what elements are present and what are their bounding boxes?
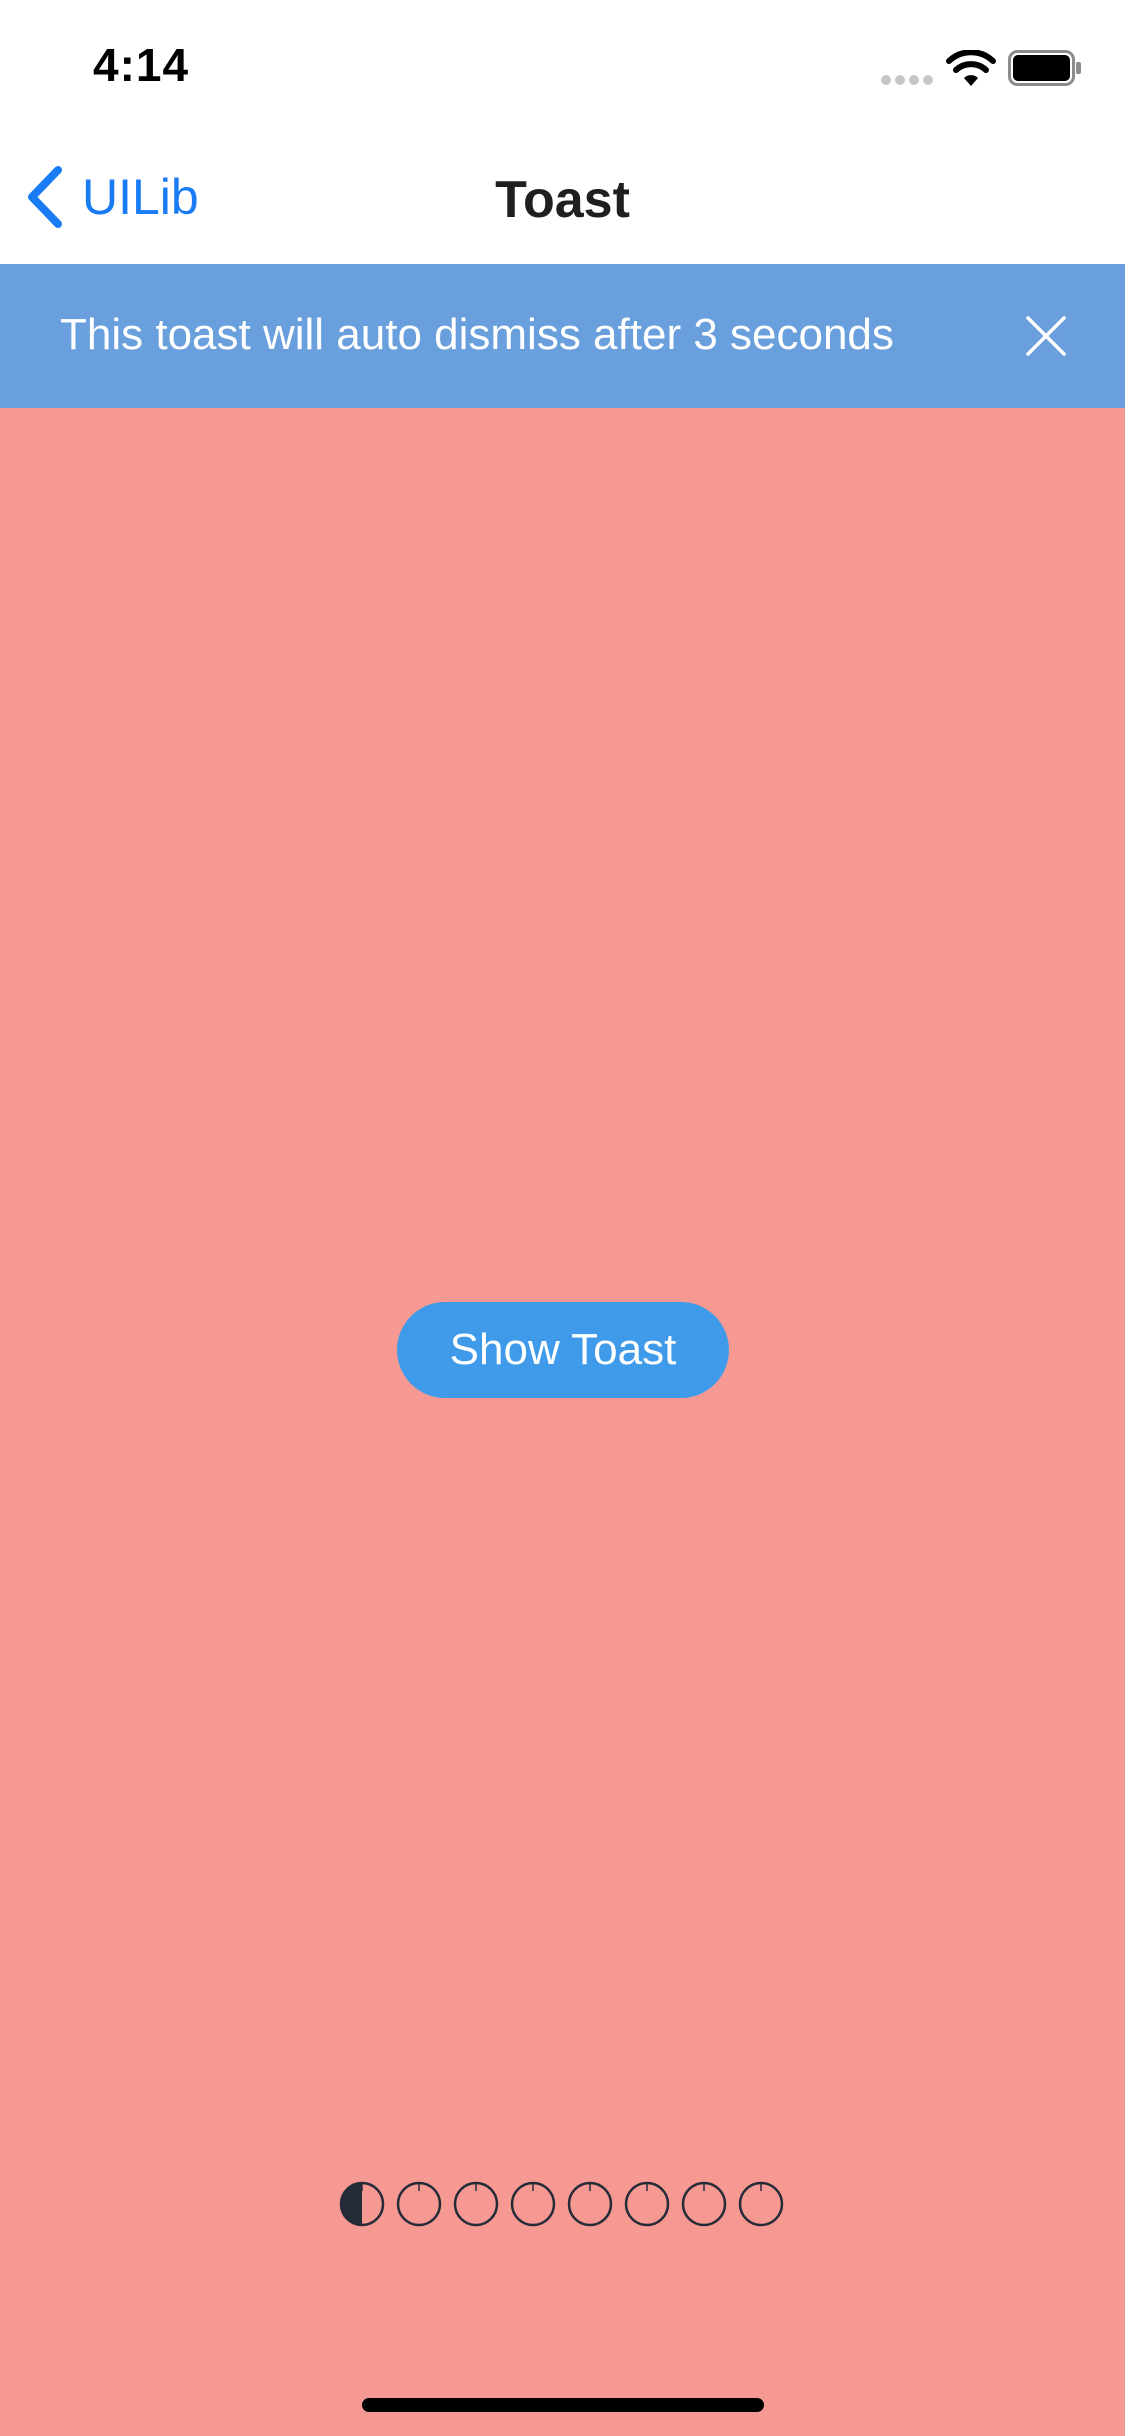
close-icon[interactable]: [1020, 310, 1072, 362]
page-dot[interactable]: [510, 2181, 556, 2227]
page-dot[interactable]: [738, 2181, 784, 2227]
page-dot[interactable]: [567, 2181, 613, 2227]
back-label: UILib: [82, 169, 199, 225]
show-toast-button[interactable]: Show Toast: [397, 1302, 729, 1398]
home-indicator: [362, 2398, 764, 2412]
toast-banner: This toast will auto dismiss after 3 sec…: [0, 264, 1125, 408]
page-dot[interactable]: [681, 2181, 727, 2227]
chevron-left-icon: [28, 166, 62, 228]
wifi-icon: [946, 50, 996, 86]
page-indicator: [339, 2181, 784, 2227]
status-bar: 4:14: [0, 0, 1125, 132]
page-dot[interactable]: [624, 2181, 670, 2227]
page-dot[interactable]: [339, 2181, 385, 2227]
status-time: 4:14: [93, 39, 190, 91]
page-dot[interactable]: [396, 2181, 442, 2227]
cellular-signal-icon: [881, 75, 933, 85]
page-dot[interactable]: [453, 2181, 499, 2227]
navigation-bar: Toast UILib: [0, 132, 1125, 264]
battery-icon: [1008, 50, 1081, 86]
toast-message: This toast will auto dismiss after 3 sec…: [60, 310, 894, 359]
back-button[interactable]: UILib: [24, 162, 199, 232]
